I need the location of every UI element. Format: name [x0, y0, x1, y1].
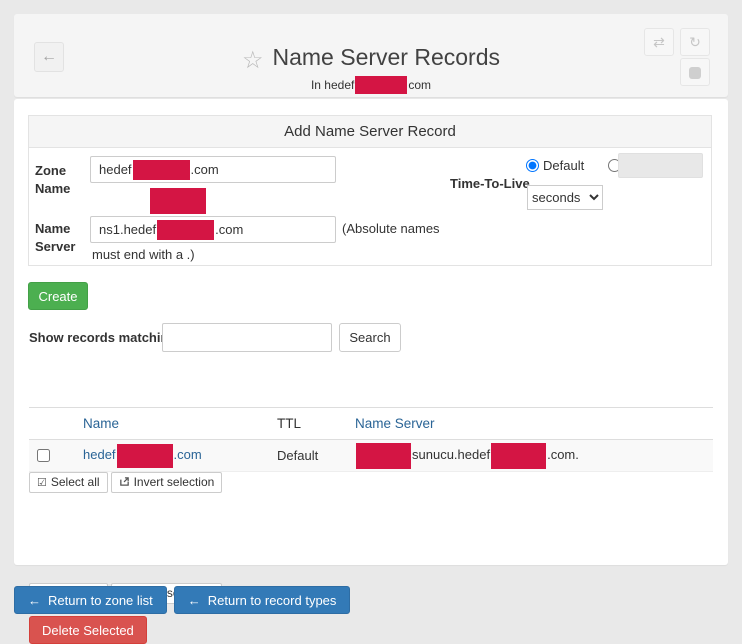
- select-all-label: Select all: [51, 475, 100, 489]
- page-subtitle: In hedef com: [14, 76, 728, 94]
- redaction-box: [133, 160, 190, 180]
- add-record-panel: Add Name Server Record Zone Name hedef .c…: [28, 115, 712, 266]
- stop-icon: [689, 67, 701, 79]
- return-to-zone-list-label: Return to zone list: [48, 593, 153, 608]
- redaction-box: [157, 220, 214, 240]
- module-config-button[interactable]: ⇄: [644, 28, 674, 56]
- panel-title: Add Name Server Record: [28, 115, 712, 148]
- add-record-form: Zone Name hedef.com Time-To-Live Default…: [28, 148, 712, 266]
- zone-value-suffix: .com: [191, 162, 219, 177]
- title-area: ☆ Name Server Records: [14, 44, 728, 75]
- repeat-icon: ⇄: [653, 34, 665, 50]
- record-name-prefix: hedef: [83, 447, 116, 462]
- record-ns-mid: sunucu.hedef: [412, 447, 490, 462]
- stop-button[interactable]: [680, 58, 710, 86]
- left-arrow-icon: ←: [28, 593, 41, 608]
- record-name-link[interactable]: hedef .com: [83, 447, 202, 462]
- invert-selection-icon: [119, 476, 130, 487]
- checkbox-icon: ☑: [37, 477, 47, 489]
- name-server-input[interactable]: ns1.hedef .com: [90, 216, 336, 243]
- return-to-record-types-label: Return to record types: [208, 593, 337, 608]
- name-server-column-header[interactable]: Name Server: [355, 416, 435, 431]
- search-input[interactable]: [162, 323, 332, 352]
- header-actions: ⇄↻: [641, 28, 710, 86]
- ttl-default-radio[interactable]: [526, 159, 539, 172]
- return-to-record-types-button[interactable]: ← Return to record types: [174, 586, 351, 614]
- ttl-unit-select[interactable]: seconds: [527, 185, 603, 210]
- record-name-server: sunucu.hedef .com.: [355, 447, 579, 462]
- create-button[interactable]: Create: [28, 282, 88, 310]
- footer-actions: ← Return to zone list ← Return to record ty…: [14, 586, 357, 614]
- redaction-box: [491, 443, 546, 469]
- checkbox-column-header: [29, 408, 79, 440]
- return-to-zone-list-button[interactable]: ← Return to zone list: [14, 586, 167, 614]
- ns-value-prefix: ns1.hedef: [99, 222, 156, 237]
- delete-selected-button[interactable]: Delete Selected: [29, 616, 147, 644]
- redaction-box: [355, 76, 407, 94]
- ttl-custom-input[interactable]: [618, 153, 703, 178]
- zone-name-input[interactable]: hedef .com: [90, 156, 336, 183]
- page-header: ← ☆Name Server Records In hedefcom ⇄↻: [14, 14, 728, 97]
- zone-name-label: Zone Name: [35, 162, 81, 198]
- record-ttl: Default: [277, 448, 318, 463]
- select-all-button[interactable]: ☑ Select all: [29, 472, 108, 493]
- subtitle-prefix: In hedef: [311, 78, 354, 92]
- ttl-default-label: Default: [543, 158, 584, 173]
- name-server-label: Name Server: [35, 220, 83, 256]
- record-name-suffix: .com: [174, 447, 202, 462]
- record-ns-suffix: .com.: [547, 447, 579, 462]
- redaction-box: [150, 188, 206, 214]
- absolute-names-hint-line2: must end with a .): [92, 247, 195, 262]
- redaction-box: [356, 443, 411, 469]
- invert-selection-button[interactable]: Invert selection: [111, 472, 223, 493]
- subtitle-suffix: com: [408, 78, 431, 92]
- records-table: Name TTL Name Server hedef .com Default s…: [29, 407, 713, 472]
- left-arrow-icon: ←: [188, 593, 201, 608]
- search-label: Show records matching:: [29, 330, 181, 345]
- ns-value-suffix: .com: [215, 222, 243, 237]
- redaction-box: [117, 444, 173, 468]
- refresh-button[interactable]: ↻: [680, 28, 710, 56]
- page-title: Name Server Records: [272, 44, 500, 71]
- name-column-header[interactable]: Name: [83, 416, 119, 431]
- search-button[interactable]: Search: [339, 323, 401, 352]
- favorite-star-icon[interactable]: ☆: [242, 46, 264, 75]
- absolute-names-hint-line1: (Absolute names: [342, 221, 440, 236]
- refresh-icon: ↻: [689, 34, 701, 50]
- table-header-row: Name TTL Name Server: [29, 408, 713, 440]
- zone-value-prefix: hedef: [99, 162, 132, 177]
- ttl-column-header: TTL: [277, 416, 301, 431]
- row-checkbox[interactable]: [37, 449, 50, 462]
- invert-selection-label: Invert selection: [134, 475, 215, 489]
- main-content: Add Name Server Record Zone Name hedef .c…: [14, 99, 728, 565]
- table-row: hedef .com Default sunucu.hedef .com.: [29, 440, 713, 472]
- ttl-radio-group: Default: [526, 158, 625, 173]
- selection-controls-top: ☑ Select all Invert selection: [29, 472, 225, 493]
